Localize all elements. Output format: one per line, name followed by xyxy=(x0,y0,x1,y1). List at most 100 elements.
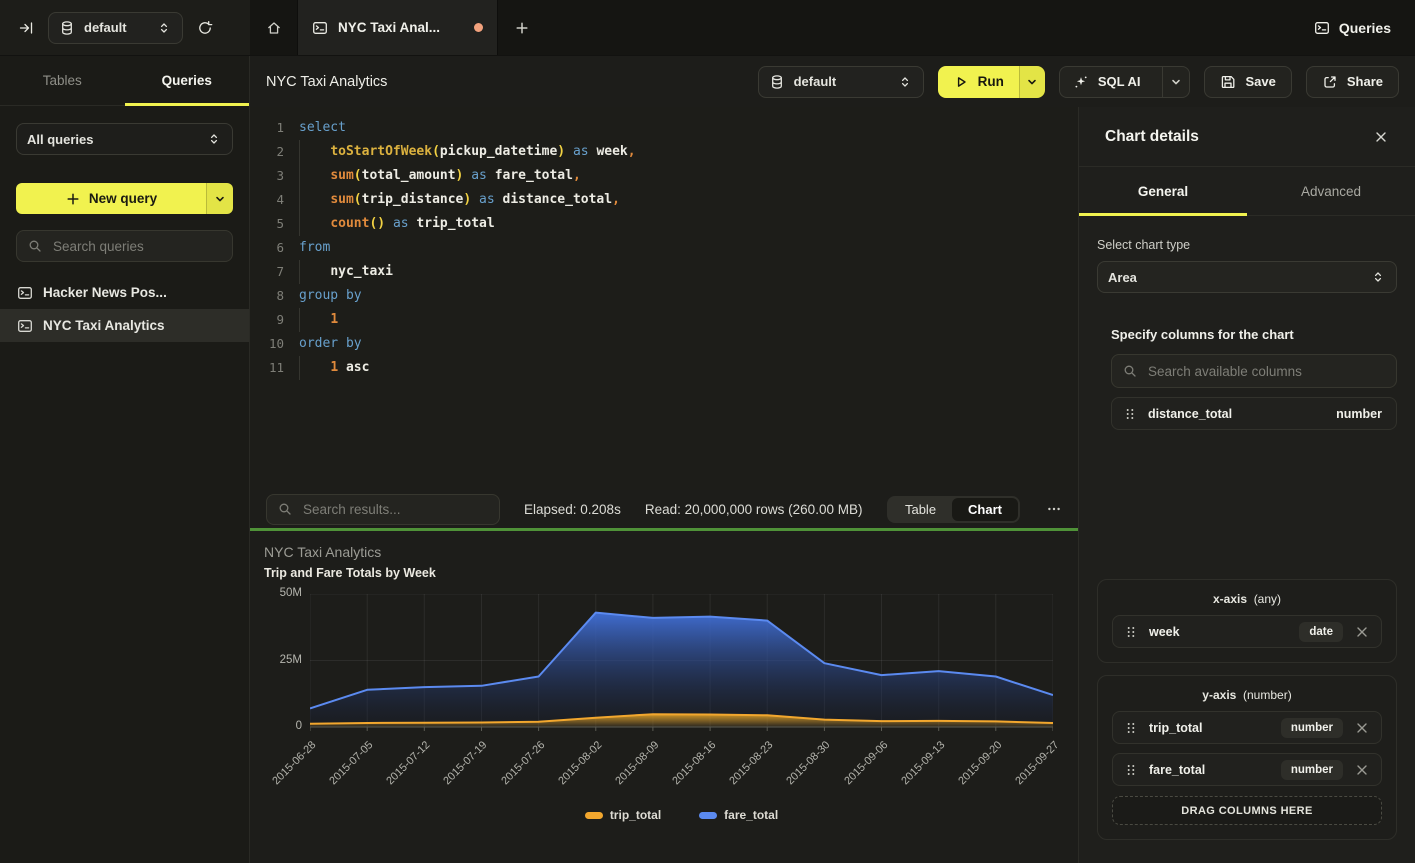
code-text: nyc_taxi xyxy=(299,260,393,284)
sidebar-query-item[interactable]: Hacker News Pos... xyxy=(0,276,249,309)
column-name: fare_total xyxy=(1149,763,1205,777)
line-number: 5 xyxy=(250,212,284,236)
legend-item[interactable]: trip_total xyxy=(585,808,661,822)
code-line[interactable]: 6from xyxy=(250,236,1078,260)
save-button[interactable]: Save xyxy=(1204,66,1291,98)
save-icon xyxy=(1220,74,1236,90)
share-icon xyxy=(1322,74,1338,90)
code-line[interactable]: 10order by xyxy=(250,332,1078,356)
topbar: default NYC Taxi Anal... Queries xyxy=(0,0,1415,56)
new-tab-button[interactable] xyxy=(498,0,546,55)
line-number: 2 xyxy=(250,140,284,164)
sidebar-query-item[interactable]: NYC Taxi Analytics xyxy=(0,309,249,342)
code-text: sum(trip_distance) as distance_total, xyxy=(299,188,620,212)
new-query-button: New query xyxy=(16,183,233,214)
search-results-input[interactable] xyxy=(301,501,489,518)
y-tick-label: 0 xyxy=(250,720,302,732)
new-query-main[interactable]: New query xyxy=(16,183,206,214)
sidebar: Tables Queries All queries New query Hac… xyxy=(0,56,250,863)
sidebar-tab-queries[interactable]: Queries xyxy=(125,56,250,105)
remove-column-icon[interactable] xyxy=(1353,762,1371,778)
sql-ai-dropdown[interactable] xyxy=(1162,67,1189,97)
code-line[interactable]: 5 count() as trip_total xyxy=(250,212,1078,236)
legend-item[interactable]: fare_total xyxy=(699,808,778,822)
line-number: 10 xyxy=(250,332,284,356)
terminal-icon xyxy=(312,20,328,36)
main-area: NYC Taxi Analytics default Run xyxy=(250,56,1415,863)
editor-column: 1select2 toStartOfWeek(pickup_datetime) … xyxy=(250,107,1078,863)
run-label: Run xyxy=(978,74,1004,89)
drop-zone[interactable]: DRAG COLUMNS HERE xyxy=(1112,796,1382,825)
x-axis-heading: x-axis (any) xyxy=(1112,592,1382,606)
panel-body: Select chart type Area Specify columns f… xyxy=(1079,216,1415,430)
search-columns-input[interactable] xyxy=(1146,363,1386,380)
column-name: trip_total xyxy=(1149,721,1202,735)
query-filter-value: All queries xyxy=(27,132,197,147)
table-view-button[interactable]: Table xyxy=(889,498,952,521)
drag-handle-icon[interactable] xyxy=(1123,762,1139,778)
database-selector-query[interactable]: default xyxy=(758,66,924,98)
chart-type-select[interactable]: Area xyxy=(1097,261,1397,293)
code-text: sum(total_amount) as fare_total, xyxy=(299,164,581,188)
column-chip[interactable]: fare_totalnumber xyxy=(1112,753,1382,786)
sql-editor[interactable]: 1select2 toStartOfWeek(pickup_datetime) … xyxy=(250,107,1078,490)
query-header: NYC Taxi Analytics default Run xyxy=(250,56,1415,107)
save-label: Save xyxy=(1245,74,1275,89)
share-button[interactable]: Share xyxy=(1306,66,1399,98)
chevron-down-icon xyxy=(1168,74,1184,90)
line-number: 1 xyxy=(250,116,284,140)
tab-general[interactable]: General xyxy=(1079,167,1247,215)
column-chip[interactable]: trip_totalnumber xyxy=(1112,711,1382,744)
line-number: 3 xyxy=(250,164,284,188)
remove-column-icon[interactable] xyxy=(1353,624,1371,640)
queries-menu-button[interactable]: Queries xyxy=(1314,0,1415,55)
code-line[interactable]: 9 1 xyxy=(250,308,1078,332)
column-type-badge: date xyxy=(1299,622,1343,642)
code-text: 1 xyxy=(299,308,338,332)
code-line[interactable]: 8group by xyxy=(250,284,1078,308)
sidebar-tab-tables[interactable]: Tables xyxy=(0,56,125,105)
results-toolbar: Elapsed: 0.208s Read: 20,000,000 rows (2… xyxy=(250,490,1078,528)
chart-view-button[interactable]: Chart xyxy=(952,498,1018,521)
code-line[interactable]: 3 sum(total_amount) as fare_total, xyxy=(250,164,1078,188)
close-icon[interactable] xyxy=(1373,129,1389,145)
area-chart[interactable] xyxy=(310,594,1053,734)
drag-handle-icon[interactable] xyxy=(1122,406,1138,422)
chevron-down-icon xyxy=(1024,74,1040,90)
code-line[interactable]: 2 toStartOfWeek(pickup_datetime) as week… xyxy=(250,140,1078,164)
query-item-label: Hacker News Pos... xyxy=(43,285,167,300)
more-options-icon[interactable] xyxy=(1046,501,1062,517)
x-axis-chips: weekdate xyxy=(1112,615,1382,648)
new-query-dropdown[interactable] xyxy=(206,183,233,214)
tab-strip: NYC Taxi Anal... Queries xyxy=(250,0,1415,55)
drag-handle-icon[interactable] xyxy=(1123,624,1139,640)
workspace: 1select2 toStartOfWeek(pickup_datetime) … xyxy=(250,107,1415,863)
chevron-updown-icon xyxy=(206,131,222,147)
tab-advanced[interactable]: Advanced xyxy=(1247,167,1415,215)
panel-header: Chart details xyxy=(1079,107,1415,167)
y-axis-heading: y-axis (number) xyxy=(1112,688,1382,702)
home-tab[interactable] xyxy=(250,0,298,55)
run-button[interactable]: Run xyxy=(938,66,1019,98)
rows-read: Read: 20,000,000 rows (260.00 MB) xyxy=(645,502,863,517)
line-number: 6 xyxy=(250,236,284,260)
tab-nyc-taxi-analytics[interactable]: NYC Taxi Anal... xyxy=(298,0,498,55)
search-queries-input[interactable] xyxy=(51,238,222,255)
refresh-icon[interactable] xyxy=(197,20,213,36)
columns-section-label: Specify columns for the chart xyxy=(1111,327,1397,342)
sql-ai-button[interactable]: SQL AI xyxy=(1060,67,1154,97)
code-line[interactable]: 1select xyxy=(250,116,1078,140)
code-line[interactable]: 11 1 asc xyxy=(250,356,1078,380)
x-axis-label: x-axis xyxy=(1213,592,1247,606)
column-chip[interactable]: distance_totalnumber xyxy=(1111,397,1397,430)
code-line[interactable]: 4 sum(trip_distance) as distance_total, xyxy=(250,188,1078,212)
collapse-sidebar-icon[interactable] xyxy=(18,20,34,36)
database-selector-topbar[interactable]: default xyxy=(48,12,183,44)
remove-column-icon[interactable] xyxy=(1353,720,1371,736)
column-chip[interactable]: weekdate xyxy=(1112,615,1382,648)
query-filter-select[interactable]: All queries xyxy=(16,123,233,155)
run-options-dropdown[interactable] xyxy=(1019,66,1045,98)
chart-title: NYC Taxi Analytics xyxy=(264,544,381,560)
code-line[interactable]: 7 nyc_taxi xyxy=(250,260,1078,284)
drag-handle-icon[interactable] xyxy=(1123,720,1139,736)
